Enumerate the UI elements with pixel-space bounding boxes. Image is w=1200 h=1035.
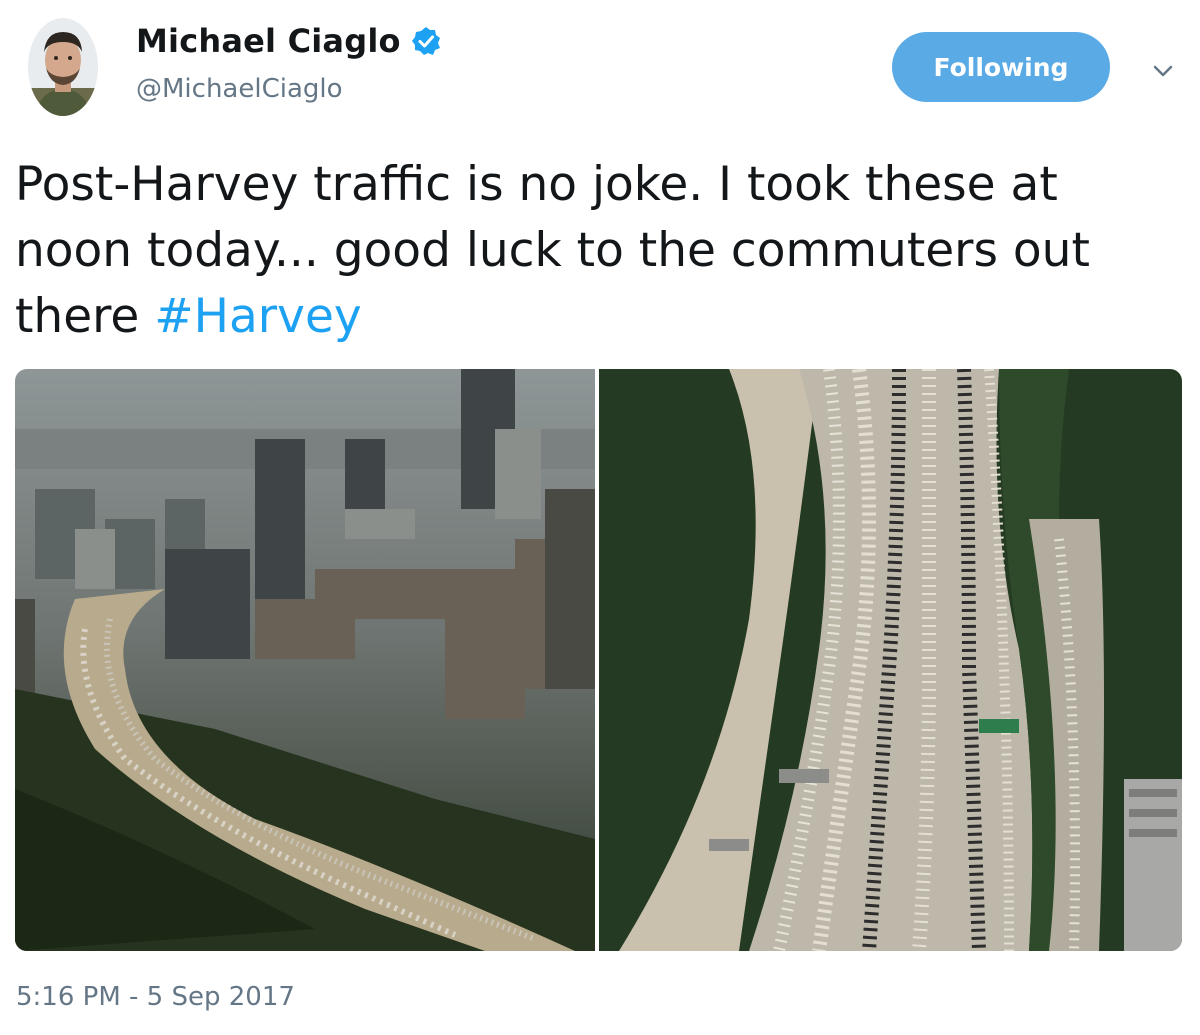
following-button[interactable]: Following — [892, 32, 1110, 102]
avatar[interactable] — [28, 18, 98, 116]
display-name[interactable]: Michael Ciaglo — [136, 22, 401, 60]
hashtag-link[interactable]: #Harvey — [154, 289, 361, 344]
photo-city-traffic[interactable] — [15, 369, 595, 951]
verified-badge-icon — [411, 26, 441, 56]
media-grid — [15, 369, 1182, 951]
author-name-row: Michael Ciaglo — [136, 22, 441, 60]
photo-highway-traffic[interactable] — [599, 369, 1182, 951]
chevron-down-icon[interactable] — [1148, 56, 1178, 86]
tweet-timestamp[interactable]: 5:16 PM - 5 Sep 2017 — [16, 982, 295, 1012]
tweet-text: Post-Harvey traffic is no joke. I took t… — [15, 152, 1185, 350]
user-handle[interactable]: @MichaelCiaglo — [136, 74, 343, 104]
